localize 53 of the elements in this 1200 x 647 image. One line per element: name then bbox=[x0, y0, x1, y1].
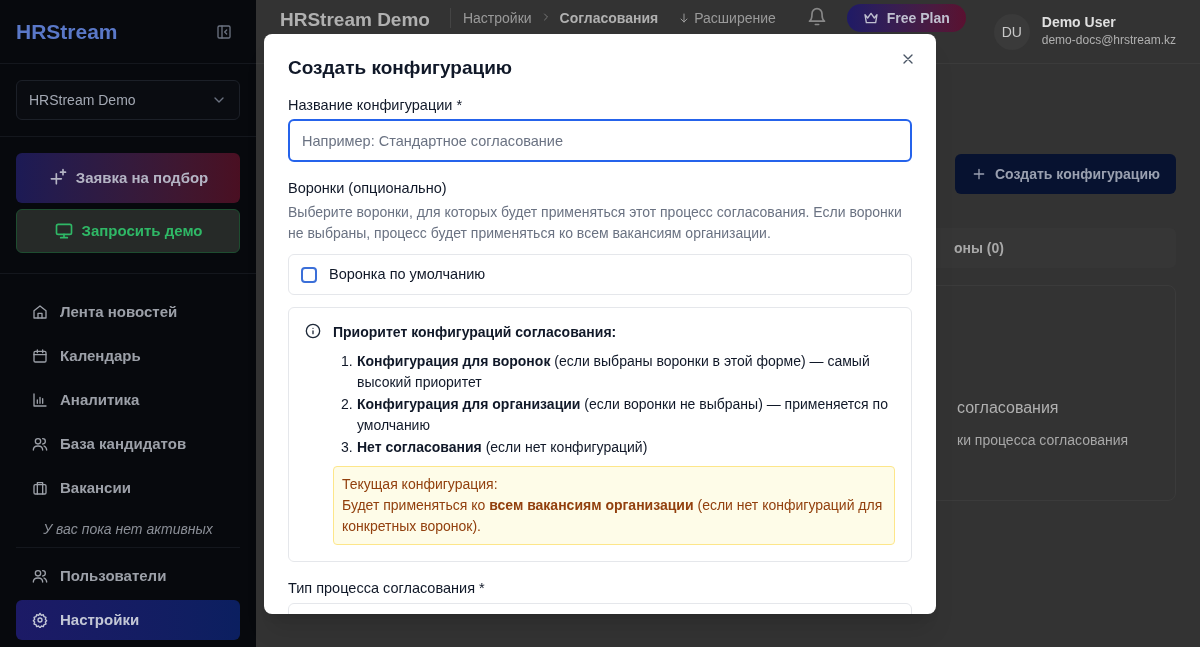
settings-icon bbox=[32, 612, 48, 628]
nav-item[interactable]: Вакансии bbox=[16, 468, 240, 508]
nav-item[interactable]: Календарь bbox=[16, 336, 240, 376]
user-name: Demo User bbox=[1041, 14, 1117, 32]
empty-state-text: ки процесса согласования bbox=[957, 431, 1129, 450]
nav-item[interactable]: Аналитика bbox=[16, 380, 240, 420]
empty-state-title: согласования bbox=[957, 398, 1059, 418]
nav-item[interactable]: Настройки bbox=[16, 600, 240, 640]
user-avatar[interactable]: DU bbox=[993, 14, 1030, 50]
name-input[interactable]: Например: Стандартное согласование bbox=[288, 119, 912, 163]
bar-chart-icon bbox=[32, 392, 48, 408]
modal-title: Создать конфигурацию bbox=[288, 56, 513, 80]
note-text: Будет применяться ко всем вакансиям организации (если нет конфигураций для конкретных воронок). bbox=[342, 496, 884, 536]
nav-item[interactable]: База кандидатов bbox=[16, 424, 240, 464]
users-icon bbox=[32, 568, 48, 584]
info-icon bbox=[305, 323, 321, 339]
priority-item: Нет согласования (если нет конфигураций) bbox=[357, 438, 648, 457]
user-email: demo-docs@hrstream.kz bbox=[1041, 31, 1176, 48]
monitor-icon bbox=[53, 221, 74, 241]
priority-item: Конфигурация для организации (если воронки не выбраны) — применяется по умолчанию bbox=[357, 395, 889, 435]
page-title: HRStream Demo bbox=[280, 8, 430, 32]
nav-item[interactable]: Лента новостей bbox=[16, 292, 240, 332]
organization-select[interactable]: HRStream Demo bbox=[16, 80, 240, 120]
field-label: Название конфигурации * bbox=[288, 95, 464, 115]
priority-item: Конфигурация для воронок (если выбраны воронки в этой форме) — самый высокий приоритет bbox=[357, 352, 871, 392]
list-number: 3. bbox=[341, 438, 354, 457]
empty-vacancies-note: У вас пока нет активных bbox=[16, 510, 240, 548]
note-title: Текущая конфигурация: bbox=[342, 475, 499, 494]
field-label: Тип процесса согласования * bbox=[288, 579, 486, 598]
bell-icon[interactable] bbox=[806, 7, 827, 27]
breadcrumb-link[interactable]: Настройки bbox=[449, 8, 532, 28]
request-button[interactable]: Заявка на подбор bbox=[16, 153, 240, 203]
nav-item[interactable]: Пользователи bbox=[16, 556, 240, 596]
tab[interactable]: оны (0) bbox=[954, 238, 1004, 258]
plan-button[interactable]: Free Plan bbox=[846, 4, 966, 32]
logo: HRStream bbox=[16, 18, 118, 45]
checkbox[interactable] bbox=[301, 266, 317, 283]
home-icon bbox=[32, 304, 48, 320]
sidebar-toggle-icon[interactable] bbox=[216, 23, 232, 40]
extension-button[interactable]: Расширение bbox=[678, 8, 776, 28]
calendar-icon bbox=[32, 348, 48, 364]
users-icon bbox=[32, 436, 48, 452]
crown-icon bbox=[862, 10, 879, 26]
list-number: 1. bbox=[341, 352, 354, 371]
briefcase-icon bbox=[32, 480, 48, 496]
field-label: Воронки (опционально) bbox=[288, 179, 448, 199]
field-hint: Выберите воронки, для которых будет применяться этот процесс согласования. Если воронки не выбраны, процесс будет применяться ко всем вакансиям организации. bbox=[288, 203, 903, 243]
funnel-option[interactable]: Воронка по умолчанию bbox=[288, 254, 912, 295]
create-config-button[interactable]: Создать конфигурацию bbox=[954, 154, 1176, 194]
info-title: Приоритет конфигураций согласования: bbox=[333, 323, 618, 342]
list-number: 2. bbox=[341, 395, 354, 414]
breadcrumb-link[interactable]: Согласования bbox=[559, 8, 659, 28]
demo-button[interactable]: Запросить демо bbox=[16, 209, 240, 253]
